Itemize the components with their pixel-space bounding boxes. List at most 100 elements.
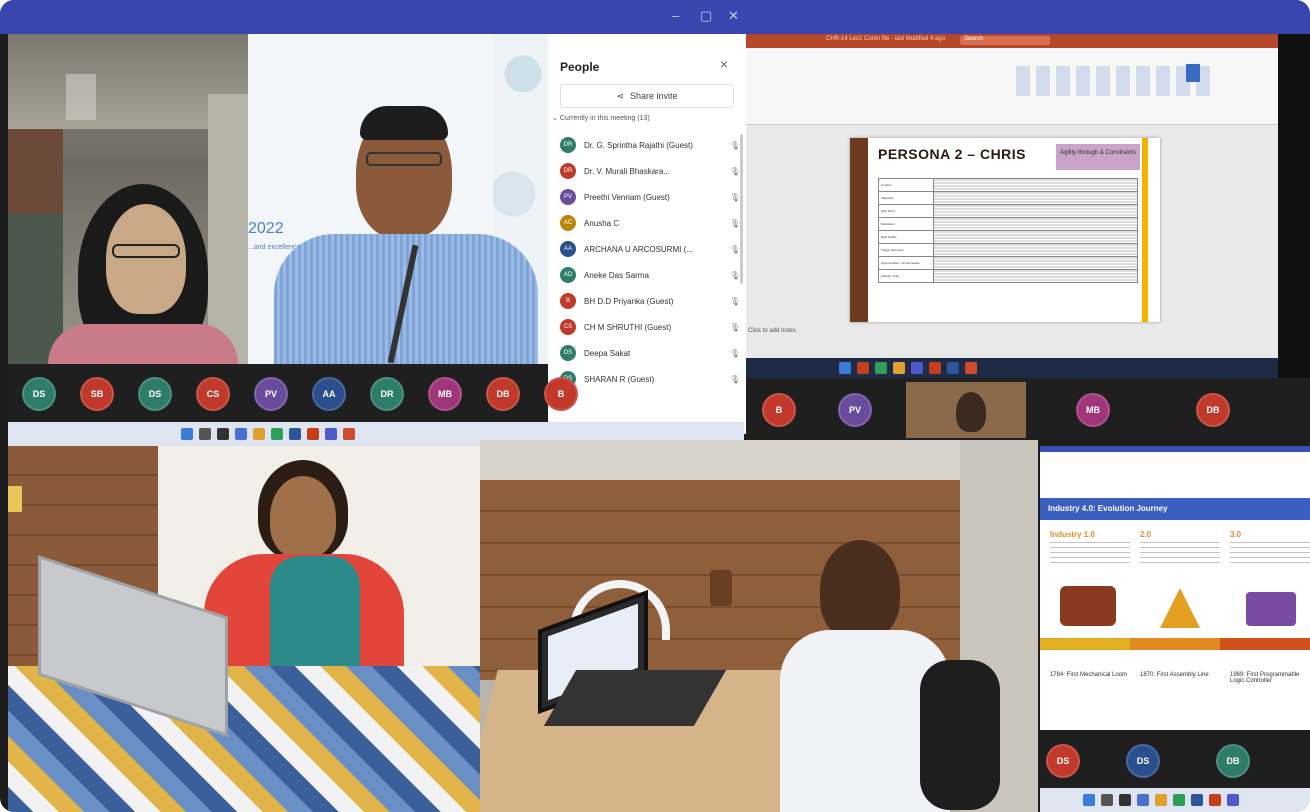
close-icon[interactable]: × xyxy=(720,56,728,72)
task-view-icon[interactable] xyxy=(217,428,229,440)
participant-avatar-strip-2: B PV MB DB xyxy=(746,378,1310,440)
search-icon[interactable] xyxy=(199,428,211,440)
col3-title: 3.0 xyxy=(1230,530,1242,539)
persona-table-row: Opportunities / Unmet Needs xyxy=(878,256,1138,270)
col2-caption: 1870: First Assembly Line xyxy=(1140,672,1209,678)
participant-avatar[interactable]: CS xyxy=(196,377,230,411)
participant-avatar[interactable]: B xyxy=(544,377,578,411)
participant-avatar[interactable]: DB xyxy=(1216,744,1250,778)
participant-avatar[interactable]: AA xyxy=(312,377,346,411)
participant-avatar[interactable]: PV xyxy=(838,393,872,427)
persona-table-row: Context xyxy=(878,178,1138,192)
minimize-button[interactable]: – xyxy=(672,8,679,23)
share-icon: ⋖ xyxy=(616,91,624,101)
industry-header-bar: Industry 4.0: Evolution Journey xyxy=(1040,498,1310,520)
participant-name: Anusha C xyxy=(584,218,620,228)
col1-title: Industry 1.0 xyxy=(1050,530,1095,539)
powerpoint-icon[interactable] xyxy=(307,428,319,440)
shared-slide-industry: Industry 4.0: Evolution Journey Industry… xyxy=(1040,446,1310,812)
scrollbar[interactable] xyxy=(740,134,743,284)
people-section-header[interactable]: ⌄ Currently in this meeting (13) xyxy=(552,114,650,122)
persona-row-content xyxy=(933,191,1138,205)
persona-row-label: Pain Point xyxy=(878,204,934,218)
participant-name: Deepa Sakat xyxy=(584,348,631,358)
video-tile-woman-laptop xyxy=(8,446,480,812)
participant-avatar: DS xyxy=(560,345,576,361)
participant-row[interactable]: DS Deepa Sakat 🎙 xyxy=(560,340,740,366)
designer-icon[interactable] xyxy=(1186,64,1200,82)
participant-avatar[interactable]: B xyxy=(762,393,796,427)
avatar-row-3: DS DS DB xyxy=(1040,744,1310,778)
participant-avatar: B xyxy=(560,293,576,309)
participant-row[interactable]: AA ARCHANA U ARCOSURMI (... 🎙 xyxy=(560,236,740,262)
participant-avatar[interactable]: MB xyxy=(1076,393,1110,427)
teams-icon[interactable] xyxy=(325,428,337,440)
participant-row[interactable]: DR Dr. G. Sprintha Rajathi (Guest) 🎙 xyxy=(560,132,740,158)
ppt-search[interactable]: Search xyxy=(960,36,1050,45)
chat-icon[interactable] xyxy=(235,428,247,440)
col2-title: 2.0 xyxy=(1140,530,1152,539)
mic-muted-icon: 🎙 xyxy=(729,374,740,384)
share-invite-button[interactable]: ⋖ Share invite xyxy=(560,84,734,108)
participant-avatar[interactable]: SB xyxy=(80,377,114,411)
persona-row-label: Solution Type xyxy=(878,269,934,283)
participant-avatar[interactable]: DS xyxy=(22,377,56,411)
office-chair xyxy=(920,660,1000,810)
avatar-row-2: B PV MB DB xyxy=(746,393,1310,427)
edge-icon[interactable] xyxy=(271,428,283,440)
participant-avatar[interactable]: DS xyxy=(138,377,172,411)
persona-row-label: Motivation xyxy=(878,217,934,231)
participant-avatar[interactable]: DS xyxy=(1126,744,1160,778)
video-tile-man-desk xyxy=(480,440,1038,812)
participant-name: SHARAN R (Guest) xyxy=(584,374,655,384)
slide-notes[interactable]: Click to add notes xyxy=(748,328,796,334)
persona-row-label: Brief Profile xyxy=(878,230,934,244)
participant-name: Aneke Das Sarma xyxy=(584,270,649,280)
glasses-icon xyxy=(366,152,442,166)
powerpoint-window: CHR-14 Lec1 Contn file - last Modified 4… xyxy=(746,34,1278,378)
robot-arm-icon xyxy=(1246,592,1296,626)
persona-row-label: Objective xyxy=(878,191,934,205)
close-window-button[interactable]: ✕ xyxy=(728,8,739,24)
ppt-slide: PERSONA 2 – CHRIS Agility through & Cons… xyxy=(850,138,1160,322)
participant-avatar[interactable]: PV xyxy=(254,377,288,411)
participant-row[interactable]: B BH D.D Priyanka (Guest) 🎙 xyxy=(560,288,740,314)
participant-avatar[interactable]: DB xyxy=(1196,393,1230,427)
participant-row[interactable]: PV Preethi Vennam (Guest) 🎙 xyxy=(560,184,740,210)
participant-name: ARCHANA U ARCOSURMI (... xyxy=(584,244,693,254)
slide-title: PERSONA 2 – CHRIS xyxy=(878,146,1027,162)
ppt-ribbon xyxy=(746,48,1278,125)
app-icon[interactable] xyxy=(343,428,355,440)
participant-row[interactable]: CS CH M SHRUTHI (Guest) 🎙 xyxy=(560,314,740,340)
participant-row[interactable]: DSSHARAN R (Guest)🎙 xyxy=(560,366,740,392)
mic-muted-icon: 🎙 xyxy=(729,192,740,202)
mic-muted-icon: 🎙 xyxy=(729,218,740,228)
mic-muted-icon: 🎙 xyxy=(729,166,740,176)
participant-name: Dr. V. Murali Bhaskara... xyxy=(584,166,670,176)
participant-avatar[interactable]: MB xyxy=(428,377,462,411)
start-icon[interactable] xyxy=(181,428,193,440)
share-invite-label: Share invite xyxy=(630,91,678,101)
mic-muted-icon: 🎙 xyxy=(729,270,740,280)
participant-avatar[interactable]: DS xyxy=(1046,744,1080,778)
persona-row-content xyxy=(933,269,1138,283)
participant-row[interactable]: AC Anusha C 🎙 xyxy=(560,210,740,236)
participant-avatar[interactable]: DB xyxy=(486,377,520,411)
participant-man-hair xyxy=(360,106,448,140)
mic-muted-icon: 🎙 xyxy=(729,296,740,306)
explorer-icon[interactable] xyxy=(253,428,265,440)
persona-table-row: Pain Point xyxy=(878,204,1138,218)
maximize-button[interactable]: ▢ xyxy=(700,8,712,24)
participant-avatar[interactable]: DR xyxy=(370,377,404,411)
window-title-bar: – ▢ ✕ xyxy=(0,0,1310,34)
table-lamp xyxy=(710,570,732,606)
participant-row[interactable]: AD Aneke Das Sarma 🎙 xyxy=(560,262,740,288)
participant-name: CH M SHRUTHI (Guest) xyxy=(584,322,672,332)
word-icon[interactable] xyxy=(289,428,301,440)
glasses-icon xyxy=(112,244,180,258)
persona-table-row: Solution Type xyxy=(878,269,1138,283)
participant-avatar-strip-3: DS DS DB xyxy=(1040,730,1310,788)
col3-caption: 1969: First Programmable Logic Controlle… xyxy=(1230,672,1300,684)
participant-avatar: CS xyxy=(560,319,576,335)
participant-row[interactable]: DR Dr. V. Murali Bhaskara... 🎙 xyxy=(560,158,740,184)
